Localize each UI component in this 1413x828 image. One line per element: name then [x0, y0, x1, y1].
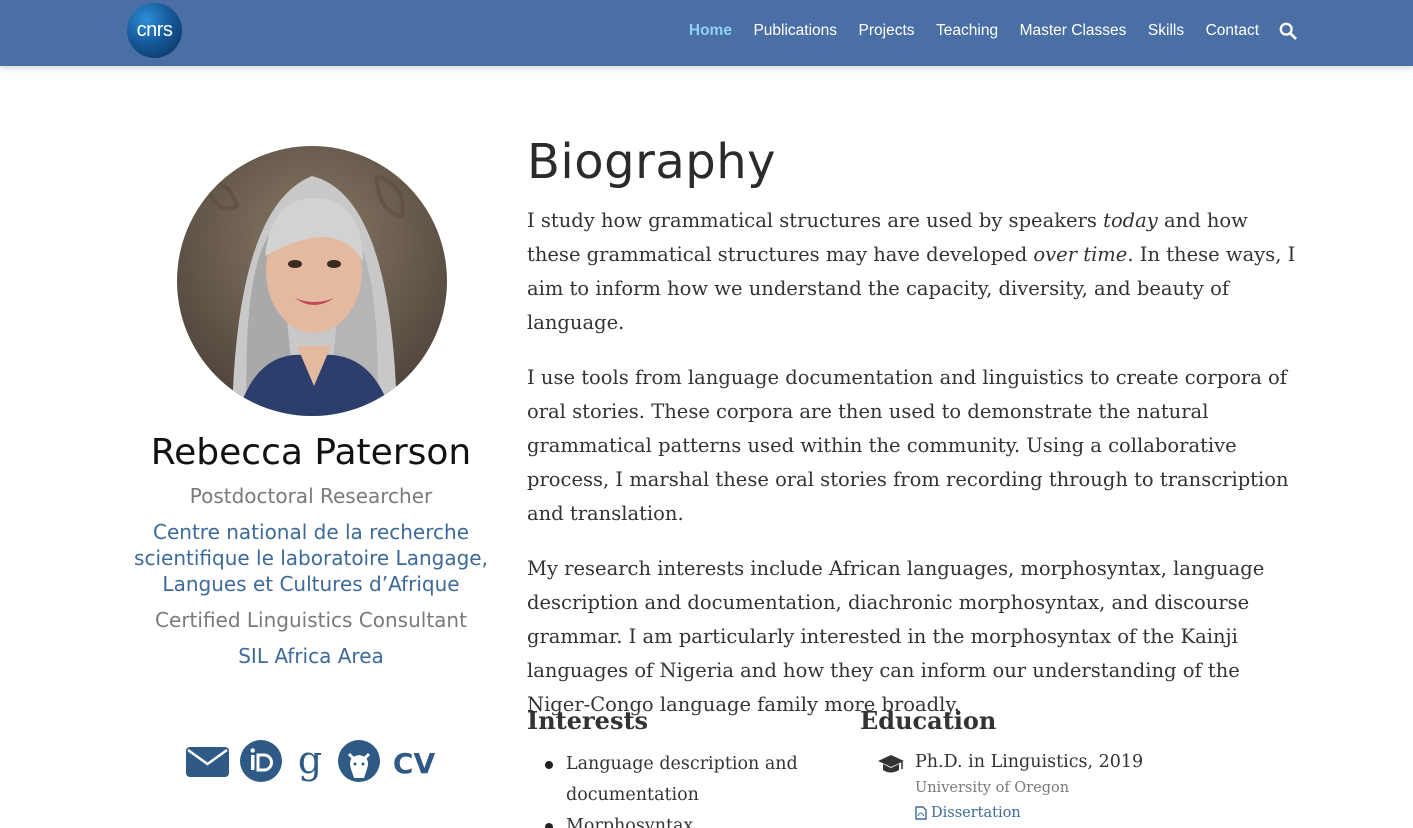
nav-link-contact[interactable]: Contact	[1206, 22, 1259, 40]
cv-icon[interactable]: CV	[391, 740, 437, 782]
biography-paragraph-2: I use tools from language documentation …	[527, 366, 1289, 525]
profile-role-2: Certified Linguistics Consultant	[155, 608, 467, 632]
envelope-icon[interactable]	[185, 745, 229, 777]
list-item: Morphosyntax	[527, 811, 827, 828]
nav-link-publications[interactable]: Publications	[753, 22, 837, 40]
search-icon[interactable]	[1279, 22, 1297, 40]
google-scholar-icon[interactable]: g	[293, 740, 327, 782]
nav-link-master-classes[interactable]: Master Classes	[1020, 22, 1127, 40]
interests-list: Language description and documentation M…	[527, 749, 827, 828]
profile-card: Rebecca Paterson Postdoctoral Researcher…	[131, 432, 491, 669]
list-item: Language description and documentation	[527, 749, 827, 811]
education-item: Ph.D. in Linguistics, 2019 University of…	[860, 749, 1300, 825]
profile-role: Postdoctoral Researcher	[189, 484, 433, 508]
nav-link-skills[interactable]: Skills	[1148, 22, 1184, 40]
biography-section: Biography I study how grammatical struct…	[527, 134, 1302, 743]
graduation-cap-icon	[878, 755, 904, 773]
education-column: Education Ph.D. in Linguistics, 2019 Uni…	[860, 706, 1300, 825]
cnrs-logo[interactable]: cnrs	[127, 3, 182, 58]
dissertation-link[interactable]: Dissertation	[915, 801, 1021, 825]
education-title: Education	[860, 706, 997, 735]
orcid-icon[interactable]	[239, 740, 282, 782]
avatar	[177, 146, 447, 416]
svg-text:g: g	[297, 740, 321, 782]
nav-link-home[interactable]: Home	[689, 22, 732, 40]
profile-organization-link[interactable]: Centre national de la recherche scientif…	[131, 519, 491, 597]
interests-column: Interests Language description and docum…	[527, 706, 827, 828]
interests-title: Interests	[527, 706, 649, 735]
social-links: g CV	[131, 740, 491, 782]
biography-paragraph-3: My research interests include African la…	[527, 557, 1265, 716]
logo-text: cnrs	[136, 19, 173, 41]
education-degree: Ph.D. in Linguistics, 2019	[915, 752, 1144, 772]
top-navbar: cnrs Home Publications Projects Teaching…	[0, 0, 1413, 66]
profile-organization-link-2[interactable]: SIL Africa Area	[131, 643, 491, 669]
profile-name: Rebecca Paterson	[150, 432, 472, 473]
github-icon[interactable]	[337, 740, 380, 782]
pdf-file-icon	[915, 806, 927, 820]
nav-link-projects[interactable]: Projects	[859, 22, 915, 40]
biography-paragraph-1: I study how grammatical structures are u…	[527, 209, 1296, 334]
biography-title: Biography	[527, 134, 777, 190]
nav-links: Home Publications Projects Teaching Mast…	[667, 0, 1297, 62]
nav-link-teaching[interactable]: Teaching	[936, 22, 998, 40]
portrait-image	[177, 146, 447, 416]
education-institution: University of Oregon	[915, 780, 1070, 796]
cv-label: CV	[392, 747, 435, 780]
